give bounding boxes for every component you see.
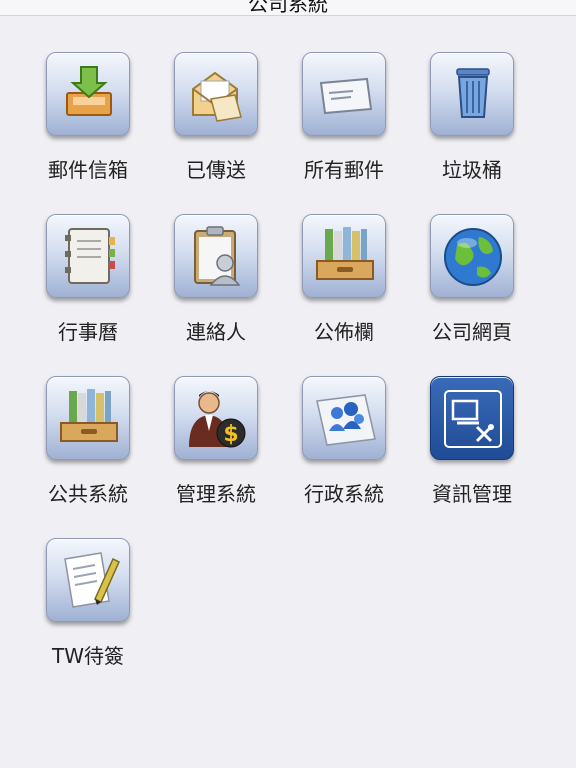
open-envelope-icon <box>174 52 258 136</box>
trash-can-icon <box>430 52 514 136</box>
app-label: 公司網頁 <box>432 320 512 344</box>
document-pen-icon <box>46 538 130 622</box>
app-sent[interactable]: 已傳送 <box>152 52 280 202</box>
app-all-mail[interactable]: 所有郵件 <box>280 52 408 202</box>
app-label: 垃圾桶 <box>442 158 502 182</box>
app-label: TW待簽 <box>52 644 124 668</box>
app-info-management[interactable]: 資訊管理 <box>408 376 536 526</box>
app-label: 公佈欄 <box>314 320 374 344</box>
app-label: 行事曆 <box>58 320 118 344</box>
planner-notebook-icon <box>46 214 130 298</box>
app-label: 管理系統 <box>176 482 256 506</box>
app-tw-pending[interactable]: TW待簽 <box>24 538 152 688</box>
app-company-website[interactable]: 公司網頁 <box>408 214 536 364</box>
app-label: 已傳送 <box>186 158 246 182</box>
app-mail-inbox[interactable]: 郵件信箱 <box>24 52 152 202</box>
app-label: 行政系統 <box>304 482 384 506</box>
app-label: 郵件信箱 <box>48 158 128 182</box>
app-management-system[interactable]: $ 管理系統 <box>152 376 280 526</box>
manager-dollar-icon: $ <box>174 376 258 460</box>
app-trash[interactable]: 垃圾桶 <box>408 52 536 202</box>
app-label: 連絡人 <box>186 320 246 344</box>
app-public-system[interactable]: 公共系統 <box>24 376 152 526</box>
globe-icon <box>430 214 514 298</box>
app-label: 資訊管理 <box>432 482 512 506</box>
clipboard-contact-icon <box>174 214 258 298</box>
app-label: 所有郵件 <box>304 158 384 182</box>
binders-drawer-icon <box>302 214 386 298</box>
binders-drawer-icon <box>46 376 130 460</box>
computer-tools-icon <box>430 376 514 460</box>
app-contacts[interactable]: 連絡人 <box>152 214 280 364</box>
envelope-icon <box>302 52 386 136</box>
inbox-tray-icon <box>46 52 130 136</box>
app-calendar[interactable]: 行事曆 <box>24 214 152 364</box>
people-group-icon <box>302 376 386 460</box>
svg-text:$: $ <box>223 422 238 447</box>
app-admin-system[interactable]: 行政系統 <box>280 376 408 526</box>
app-grid: 郵件信箱 已傳送 所有郵件 垃圾桶 行事曆 連絡人 公佈欄 公司網頁 公共系統 … <box>0 0 576 768</box>
app-bulletin-board[interactable]: 公佈欄 <box>280 214 408 364</box>
app-label: 公共系統 <box>48 482 128 506</box>
